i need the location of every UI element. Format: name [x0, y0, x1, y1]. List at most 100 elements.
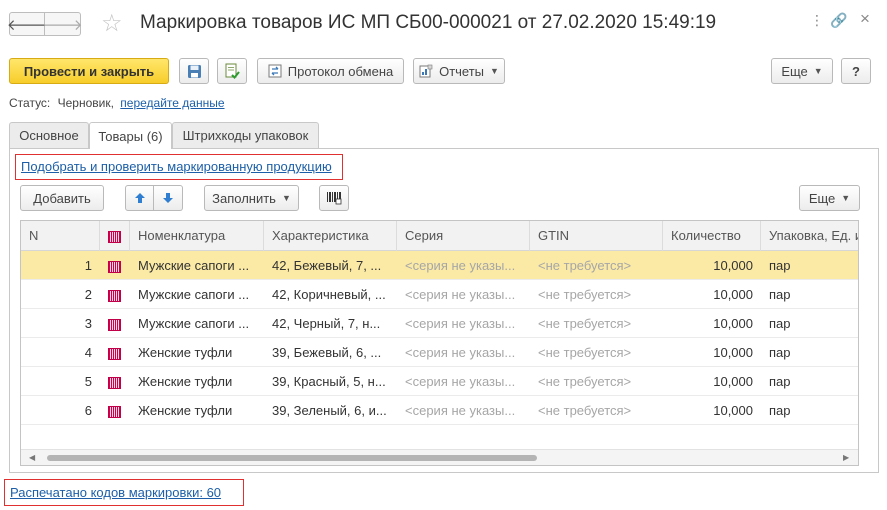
- scrollbar-thumb[interactable]: [47, 455, 537, 461]
- cell-gtin: <не требуется>: [538, 258, 632, 273]
- save-button[interactable]: [179, 58, 209, 84]
- goods-table[interactable]: N Номенклатура Характеристика Серия GTIN…: [20, 220, 859, 466]
- tab-main-label: Основное: [19, 128, 79, 143]
- post-document-button[interactable]: [217, 58, 247, 84]
- table-header: N Номенклатура Характеристика Серия GTIN…: [21, 221, 858, 251]
- move-down-button[interactable]: [154, 185, 183, 211]
- link-icon[interactable]: 🔗: [830, 12, 847, 29]
- back-button[interactable]: 🡐: [6, 12, 48, 36]
- scroll-left-icon[interactable]: ◀: [29, 451, 35, 465]
- marking-label-icon: [108, 405, 121, 418]
- marking-label-icon: [108, 230, 121, 243]
- marking-label-icon: [108, 376, 121, 389]
- table-row[interactable]: 3 Мужские сапоги ... 42, Черный, 7, н...…: [21, 309, 858, 338]
- column-header-quantity[interactable]: Количество: [663, 221, 761, 251]
- cell-marking: [100, 280, 130, 309]
- cell-series: <серия не указы...: [405, 374, 516, 389]
- cell-n: 3: [84, 316, 92, 331]
- cell-gtin: <не требуется>: [538, 403, 632, 418]
- cell-series: <серия не указы...: [405, 345, 516, 360]
- fill-button[interactable]: Заполнить ▼: [204, 185, 299, 211]
- favorite-star-icon[interactable]: ☆: [101, 10, 123, 38]
- post-and-close-button[interactable]: Провести и закрыть: [9, 58, 169, 84]
- cell-quantity: 10,000: [713, 258, 753, 273]
- move-up-button[interactable]: [125, 185, 154, 211]
- reports-label: Отчеты: [439, 63, 485, 79]
- table-row[interactable]: 4 Женские туфли 39, Бежевый, 6, ... <сер…: [21, 338, 858, 367]
- cell-n: 5: [84, 374, 92, 389]
- reports-button[interactable]: Отчеты ▼: [413, 58, 505, 84]
- cell-marking: [100, 309, 130, 338]
- cell-gtin: <не требуется>: [538, 345, 632, 360]
- table-row[interactable]: 6 Женские туфли 39, Зеленый, 6, и... <се…: [21, 396, 858, 425]
- cell-marking: [100, 338, 130, 367]
- cell-series: <серия не указы...: [405, 316, 516, 331]
- cell-nomenclature: Мужские сапоги ...: [138, 258, 250, 273]
- cell-nomenclature: Женские туфли: [138, 374, 233, 389]
- document-post-icon: [225, 63, 240, 79]
- cell-gtin: <не требуется>: [538, 287, 632, 302]
- cell-series: <серия не указы...: [405, 403, 516, 418]
- column-header-series[interactable]: Серия: [397, 221, 530, 251]
- horizontal-scrollbar[interactable]: ◀ ▶: [21, 449, 858, 465]
- tab-package-barcodes[interactable]: Штрихкоды упаковок: [172, 122, 319, 148]
- marking-label-icon: [108, 289, 121, 302]
- help-button[interactable]: ?: [841, 58, 871, 84]
- select-and-check-link[interactable]: Подобрать и проверить маркированную прод…: [21, 159, 332, 174]
- cell-quantity: 10,000: [713, 345, 753, 360]
- caret-down-icon: ▼: [490, 66, 499, 76]
- tab-main[interactable]: Основное: [9, 122, 89, 148]
- forward-button[interactable]: 🡒: [42, 12, 83, 36]
- status-line: Статус: Черновик, передайте данные: [9, 96, 225, 110]
- floppy-disk-icon: [187, 64, 201, 78]
- marking-label-icon: [108, 260, 121, 273]
- post-and-close-label: Провести и закрыть: [23, 63, 155, 79]
- cell-gtin: <не требуется>: [538, 316, 632, 331]
- table-more-button[interactable]: Еще ▼: [799, 185, 860, 211]
- cell-n: 1: [84, 258, 92, 273]
- cell-n: 4: [84, 345, 92, 360]
- column-header-n[interactable]: N: [21, 221, 100, 251]
- cell-package: пар: [769, 258, 791, 273]
- caret-down-icon: ▼: [841, 193, 851, 203]
- arrow-right-icon: 🡒: [42, 16, 83, 34]
- cell-package: пар: [769, 345, 791, 360]
- arrow-left-icon: 🡐: [6, 16, 48, 34]
- fill-label: Заполнить: [212, 190, 276, 206]
- close-icon[interactable]: ×: [860, 9, 870, 29]
- more-vertical-icon[interactable]: ⋮: [810, 12, 824, 29]
- protocol-icon: [268, 64, 282, 78]
- cell-package: пар: [769, 287, 791, 302]
- table-row[interactable]: 1 Мужские сапоги ... 42, Бежевый, 7, ...…: [21, 251, 858, 280]
- column-header-package[interactable]: Упаковка, Ед. и: [761, 221, 858, 251]
- exchange-protocol-button[interactable]: Протокол обмена: [257, 58, 404, 84]
- printed-codes-link[interactable]: Распечатано кодов маркировки: 60: [10, 485, 221, 500]
- cell-nomenclature: Женские туфли: [138, 345, 233, 360]
- cell-characteristic: 39, Красный, 5, н...: [272, 374, 386, 389]
- column-header-gtin[interactable]: GTIN: [530, 221, 663, 251]
- column-header-marking[interactable]: [100, 221, 130, 251]
- cell-quantity: 10,000: [713, 403, 753, 418]
- column-header-characteristic[interactable]: Характеристика: [264, 221, 397, 251]
- cell-characteristic: 39, Зеленый, 6, и...: [272, 403, 387, 418]
- cell-package: пар: [769, 316, 791, 331]
- tab-goods[interactable]: Товары (6): [89, 122, 172, 149]
- table-row[interactable]: 5 Женские туфли 39, Красный, 5, н... <се…: [21, 367, 858, 396]
- tab-package-barcodes-label: Штрихкоды упаковок: [182, 128, 309, 143]
- barcode-scan-button[interactable]: [319, 185, 349, 211]
- table-row[interactable]: 2 Мужские сапоги ... 42, Коричневый, ...…: [21, 280, 858, 309]
- cell-package: пар: [769, 374, 791, 389]
- scroll-right-icon[interactable]: ▶: [843, 451, 849, 465]
- exchange-protocol-label: Протокол обмена: [287, 63, 394, 79]
- tab-goods-label: Товары (6): [98, 128, 163, 144]
- cell-nomenclature: Женские туфли: [138, 403, 233, 418]
- cell-quantity: 10,000: [713, 374, 753, 389]
- more-actions-button[interactable]: Еще ▼: [771, 58, 833, 84]
- column-header-nomenclature[interactable]: Номенклатура: [130, 221, 264, 251]
- add-row-button[interactable]: Добавить: [20, 185, 104, 211]
- arrow-down-icon: [163, 193, 173, 203]
- barcode-icon: [327, 192, 342, 205]
- transfer-data-link[interactable]: передайте данные: [120, 96, 224, 110]
- cell-characteristic: 42, Коричневый, ...: [272, 287, 386, 302]
- cell-nomenclature: Мужские сапоги ...: [138, 287, 250, 302]
